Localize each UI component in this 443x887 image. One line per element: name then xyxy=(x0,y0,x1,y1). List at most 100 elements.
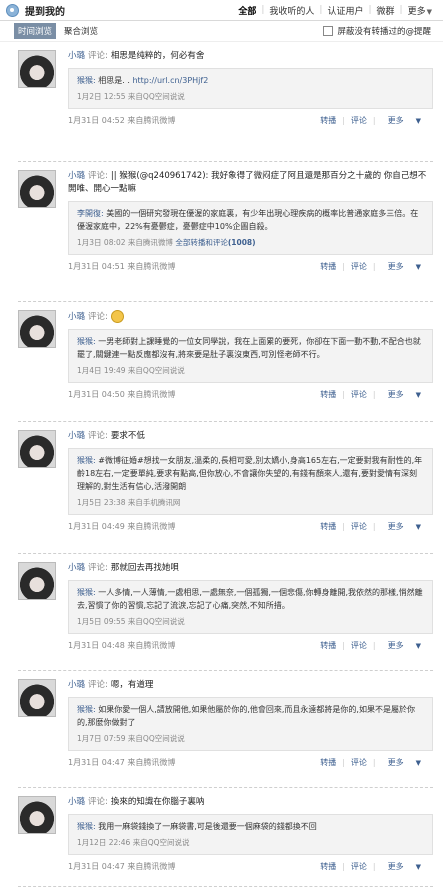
avatar[interactable] xyxy=(18,562,56,600)
checkbox[interactable] xyxy=(323,26,334,36)
quoted-text: 我用一麻袋錢換了一麻袋書,可是後還要一個麻袋的錢都換不回 xyxy=(98,822,317,831)
header: 提到我的 全部 | 我收听的人 | 认证用户 | 微群 | 更多▼ xyxy=(0,0,443,21)
more-button[interactable]: 更多 ▼ xyxy=(376,115,433,126)
repost-button[interactable]: 转播 xyxy=(314,640,342,651)
action-verb: 评论: xyxy=(88,797,108,807)
quoted-text: 相思是. . xyxy=(98,76,130,85)
quoted-user-name[interactable]: 猴猴: xyxy=(77,76,96,85)
repost-button[interactable]: 转播 xyxy=(314,261,342,272)
hide-unreposted-toggle[interactable]: 屏蔽没有转播过的@提醒 xyxy=(323,25,431,37)
feed-item: 小璐 评论: 換來的知識在你腦子裏呐 猴猴: 我用一麻袋錢換了一麻袋書,可是後還要一… xyxy=(18,788,433,887)
quoted-meta: 1月5日 09:55 来自QQ空间说说 xyxy=(77,617,185,626)
user-name[interactable]: 小璐 xyxy=(68,431,85,441)
comment-button[interactable]: 评论 xyxy=(345,757,373,768)
user-name[interactable]: 小璐 xyxy=(68,312,85,322)
quoted-post: 李開復: 美國的一個研究發現在優渥的家庭裏，有少年出現心理疾病的概率比普通家庭多… xyxy=(68,201,433,255)
avatar[interactable] xyxy=(18,796,56,834)
repost-button[interactable]: 转播 xyxy=(314,757,342,768)
item-text: 小璐 评论: 要求不低 xyxy=(68,430,433,443)
quoted-text: 一男老師對上課睡覺的一位女同學說，我在上面累的要死，你卻在下面一動不動,不配合也… xyxy=(77,337,421,359)
timestamp[interactable]: 1月31日 04:47 来自腾讯微博 xyxy=(68,757,175,768)
item-footer: 1月31日 04:50 来自腾讯微博 转播 | 评论 | 更多 ▼ xyxy=(68,383,433,405)
item-text: 小璐 评论: 相思是纯粹的，何必有舍 xyxy=(68,50,433,63)
comment-text: || 猴猴(@q240961742): 我好象得了微闷症了阿且還是那百分之十歲的… xyxy=(68,171,427,194)
repost-button[interactable]: 转播 xyxy=(314,521,342,532)
comment-button[interactable]: 评论 xyxy=(345,521,373,532)
tab-aggregate-view[interactable]: 聚合浏览 xyxy=(60,23,102,39)
user-name[interactable]: 小璐 xyxy=(68,51,85,61)
repost-button[interactable]: 转播 xyxy=(314,861,342,872)
filter-more[interactable]: 更多▼ xyxy=(403,4,437,17)
quoted-user-name[interactable]: 猴猴: xyxy=(77,588,96,597)
item-text: 小璐 评论: 那就回去再找她唄 xyxy=(68,562,433,575)
avatar[interactable] xyxy=(18,170,56,208)
item-footer: 1月31日 04:47 来自腾讯微博 转播 | 评论 | 更多 ▼ xyxy=(68,751,433,773)
quoted-link[interactable]: http://url.cn/3PHjf2 xyxy=(132,76,208,85)
user-name[interactable]: 小璐 xyxy=(68,797,85,807)
quoted-user-name[interactable]: 李開復: xyxy=(77,209,104,218)
more-button[interactable]: 更多 ▼ xyxy=(376,640,433,651)
all-reposts-link[interactable]: 全部转播和评论 xyxy=(175,238,228,247)
comment-button[interactable]: 评论 xyxy=(345,115,373,126)
more-label: 更多 xyxy=(387,389,404,399)
comment-button[interactable]: 评论 xyxy=(345,640,373,651)
quoted-user-name[interactable]: 猴猴: xyxy=(77,705,96,714)
chevron-down-icon: ▼ xyxy=(415,522,421,531)
action-verb: 评论: xyxy=(88,312,108,322)
comment-button[interactable]: 评论 xyxy=(345,389,373,400)
more-label: 更多 xyxy=(387,261,404,271)
user-name[interactable]: 小璐 xyxy=(68,680,85,690)
quoted-meta-time: 1月3日 08:02 来自腾讯微博 xyxy=(77,238,173,247)
more-label: 更多 xyxy=(387,521,404,531)
feed: 小璐 评论: 相思是纯粹的，何必有舍 猴猴: 相思是. . http://url.c… xyxy=(0,42,443,887)
more-button[interactable]: 更多 ▼ xyxy=(376,261,433,272)
logo-icon xyxy=(6,3,19,17)
quoted-post: 猴猴: 相思是. . http://url.cn/3PHjf2 1月2日 12:… xyxy=(68,68,433,109)
filter-following[interactable]: 我收听的人 xyxy=(264,4,319,17)
page-title: 提到我的 xyxy=(25,6,65,18)
more-button[interactable]: 更多 ▼ xyxy=(376,861,433,872)
timestamp[interactable]: 1月31日 04:48 来自腾讯微博 xyxy=(68,640,175,651)
filter-group[interactable]: 微群 xyxy=(372,4,400,17)
quoted-user-name[interactable]: 猴猴: xyxy=(77,337,96,346)
more-button[interactable]: 更多 ▼ xyxy=(376,389,433,400)
item-text: 小璐 评论: || 猴猴(@q240961742): 我好象得了微闷症了阿且還是那百… xyxy=(68,170,433,196)
view-bar: 时间浏览 聚合浏览 屏蔽没有转播过的@提醒 xyxy=(0,21,443,42)
comment-button[interactable]: 评论 xyxy=(345,861,373,872)
filter-verified[interactable]: 认证用户 xyxy=(322,4,368,17)
avatar[interactable] xyxy=(18,310,56,348)
quoted-meta: 1月7日 07:59 来自QQ空间说说 xyxy=(77,734,185,743)
filter-all[interactable]: 全部 xyxy=(233,4,261,17)
feed-item: 小璐 评论: 那就回去再找她唄 猴猴: 一人多情,一人薄情,一處相思,一處無奈,一個… xyxy=(18,554,433,671)
smiley-icon xyxy=(110,310,124,323)
tab-time-view[interactable]: 时间浏览 xyxy=(14,23,57,39)
item-text: 小璐 评论: 嗯，有道理 xyxy=(68,679,433,692)
avatar[interactable] xyxy=(18,430,56,468)
timestamp[interactable]: 1月31日 04:51 来自腾讯微博 xyxy=(68,261,175,272)
quoted-user-name[interactable]: 猴猴: xyxy=(77,456,96,465)
avatar[interactable] xyxy=(18,679,56,717)
user-name[interactable]: 小璐 xyxy=(68,171,85,181)
quoted-text: 美國的一個研究發現在優渥的家庭裏，有少年出現心理疾病的概率比普通家庭多三倍。在優… xyxy=(77,209,419,231)
feed-item: 小璐 评论: 嗯，有道理 猴猴: 如果你愛一個人,請放開他,如果他屬於你的,他會回來… xyxy=(18,671,433,788)
repost-count[interactable]: (1008) xyxy=(228,238,256,247)
timestamp[interactable]: 1月31日 04:50 来自腾讯微博 xyxy=(68,389,175,400)
avatar[interactable] xyxy=(18,50,56,88)
more-label: 更多 xyxy=(387,115,404,125)
quoted-meta: 1月5日 23:38 来自手机腾讯网 xyxy=(77,498,181,507)
quoted-user-name[interactable]: 猴猴: xyxy=(77,822,96,831)
comment-button[interactable]: 评论 xyxy=(345,261,373,272)
timestamp[interactable]: 1月31日 04:49 来自腾讯微博 xyxy=(68,521,175,532)
chevron-down-icon: ▼ xyxy=(415,262,421,271)
more-button[interactable]: 更多 ▼ xyxy=(376,521,433,532)
quoted-text: 一人多情,一人薄情,一處相思,一處無奈,一個孤獨,一個悲傷,你轉身離開,我依然的… xyxy=(77,588,423,610)
repost-button[interactable]: 转播 xyxy=(314,389,342,400)
feed-item: 小璐 评论: || 猴猴(@q240961742): 我好象得了微闷症了阿且還是那百… xyxy=(18,162,433,302)
more-button[interactable]: 更多 ▼ xyxy=(376,757,433,768)
quoted-text: 如果你愛一個人,請放開他,如果他屬於你的,他會回來,而且永遠都將是你的,如果不是… xyxy=(77,705,415,727)
timestamp[interactable]: 1月31日 04:47 来自腾讯微博 xyxy=(68,861,175,872)
user-name[interactable]: 小璐 xyxy=(68,563,85,573)
repost-button[interactable]: 转播 xyxy=(314,115,342,126)
timestamp[interactable]: 1月31日 04:52 来自腾讯微博 xyxy=(68,115,175,126)
comment-text: 那就回去再找她唄 xyxy=(110,563,179,573)
